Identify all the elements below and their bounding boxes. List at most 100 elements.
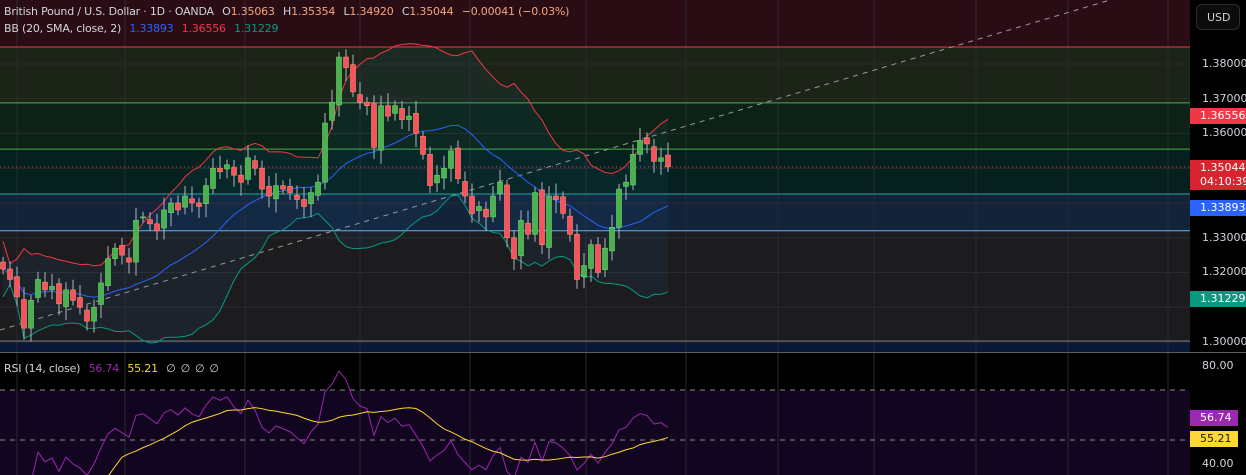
rsi-ma-badge: 55.21 (1190, 431, 1238, 447)
candle-body (574, 233, 580, 280)
candle-body (301, 199, 307, 207)
candle-body (91, 306, 97, 322)
price-tick: 1.37000 (1202, 92, 1246, 105)
candle-body (14, 276, 20, 298)
candle-body (560, 196, 566, 214)
candle-body (609, 227, 615, 252)
price-tick: 1.33000 (1202, 231, 1246, 244)
candle-body (0, 261, 6, 270)
candle-body (406, 115, 412, 120)
change-value: −0.00041 (−0.03%) (461, 5, 570, 18)
rsi-label[interactable]: RSI (14, close) (4, 362, 80, 375)
rsi-band-bg (0, 390, 1190, 475)
price-tick: 1.30000 (1202, 335, 1246, 348)
candle-body (623, 181, 629, 187)
candle (539, 182, 545, 255)
candle-body (385, 105, 391, 117)
candle-body (112, 247, 118, 259)
bb-legend: BB (20, SMA, close, 2) 1.33893 1.36556 1… (4, 22, 283, 35)
candle-body (154, 223, 160, 232)
last-price-badge: 1.35044 04:10:39 (1190, 160, 1246, 190)
candle-body (581, 265, 587, 277)
bar-countdown: 04:10:39 (1200, 175, 1246, 188)
candle-body (595, 244, 601, 273)
candle-body (175, 202, 181, 211)
candle-body (546, 195, 552, 248)
currency-button[interactable]: USD (1196, 4, 1240, 30)
candle-body (147, 219, 153, 225)
price-zone (0, 102, 1190, 150)
candle-body (280, 185, 286, 190)
high-value: 1.35354 (291, 5, 336, 18)
candle-body (217, 167, 223, 173)
candle-body (637, 140, 643, 155)
rsi-tick: 40.00 (1202, 457, 1234, 470)
symbol-title[interactable]: British Pound / U.S. Dollar · 1D · OANDA (4, 5, 214, 18)
symbol-legend: British Pound / U.S. Dollar · 1D · OANDA… (4, 5, 570, 18)
candle-body (644, 137, 650, 145)
candle-body (224, 164, 230, 170)
close-value: 1.35044 (409, 5, 454, 18)
rsi-tick: 80.00 (1202, 359, 1234, 372)
candle-body (42, 281, 48, 291)
candle-body (553, 195, 559, 200)
candle-body (658, 157, 664, 162)
candle-body (497, 181, 503, 194)
price-tick: 1.36000 (1202, 126, 1246, 139)
candle-body (616, 188, 622, 228)
bb-basis-badge: 1.33893 (1190, 200, 1246, 216)
candle-body (588, 244, 594, 269)
candle-body (371, 102, 377, 148)
candle-body (308, 192, 314, 204)
price-axis[interactable]: 1.38000 1.37000 1.36000 1.33000 1.32000 … (1190, 0, 1246, 475)
price-tick: 1.38000 (1202, 57, 1246, 70)
rsi-badge: 56.74 (1190, 410, 1238, 426)
candle-body (343, 56, 349, 68)
candle-body (49, 286, 55, 291)
price-zone (0, 46, 1190, 103)
candle-body (77, 297, 83, 308)
candle-body (98, 282, 104, 305)
candle-body (532, 192, 538, 235)
candle-body (469, 195, 475, 214)
candle-body (245, 157, 251, 180)
candle-body (231, 167, 237, 176)
candle-body (392, 105, 398, 114)
candle-body (427, 154, 433, 186)
chart-canvas[interactable] (0, 0, 1190, 475)
candle (532, 187, 538, 242)
candle-body (56, 283, 62, 305)
candle-body (448, 150, 454, 169)
rsi-value: 56.74 (88, 362, 120, 375)
candle-body (126, 257, 132, 263)
candle-body (322, 122, 328, 183)
candle-body (476, 206, 482, 211)
candle-body (287, 186, 293, 193)
candle-body (21, 299, 27, 329)
candle-body (203, 185, 209, 204)
bb-upper-value: 1.36556 (181, 22, 226, 35)
candle-body (315, 181, 321, 196)
candle-body (434, 174, 440, 184)
candle-body (483, 208, 489, 218)
candle-body (378, 105, 384, 151)
candle-body (133, 220, 139, 263)
candle-body (504, 184, 510, 239)
price-tick: 1.32000 (1202, 265, 1246, 278)
candle-body (399, 108, 405, 120)
candle-body (168, 202, 174, 214)
candle-body (329, 101, 335, 121)
candle-body (462, 181, 468, 197)
candle-body (294, 195, 300, 200)
pane-divider[interactable] (1190, 352, 1246, 353)
candle-body (63, 289, 69, 307)
candle-body (651, 146, 657, 162)
rsi-ma-value: 55.21 (127, 362, 158, 375)
candle-body (336, 56, 342, 106)
candle-body (210, 167, 216, 189)
candle-body (238, 174, 244, 183)
bb-upper-badge: 1.36556 (1190, 108, 1246, 124)
low-value: 1.34920 (349, 5, 394, 18)
bb-label[interactable]: BB (20, SMA, close, 2) (4, 22, 121, 35)
candle-body (196, 202, 202, 207)
